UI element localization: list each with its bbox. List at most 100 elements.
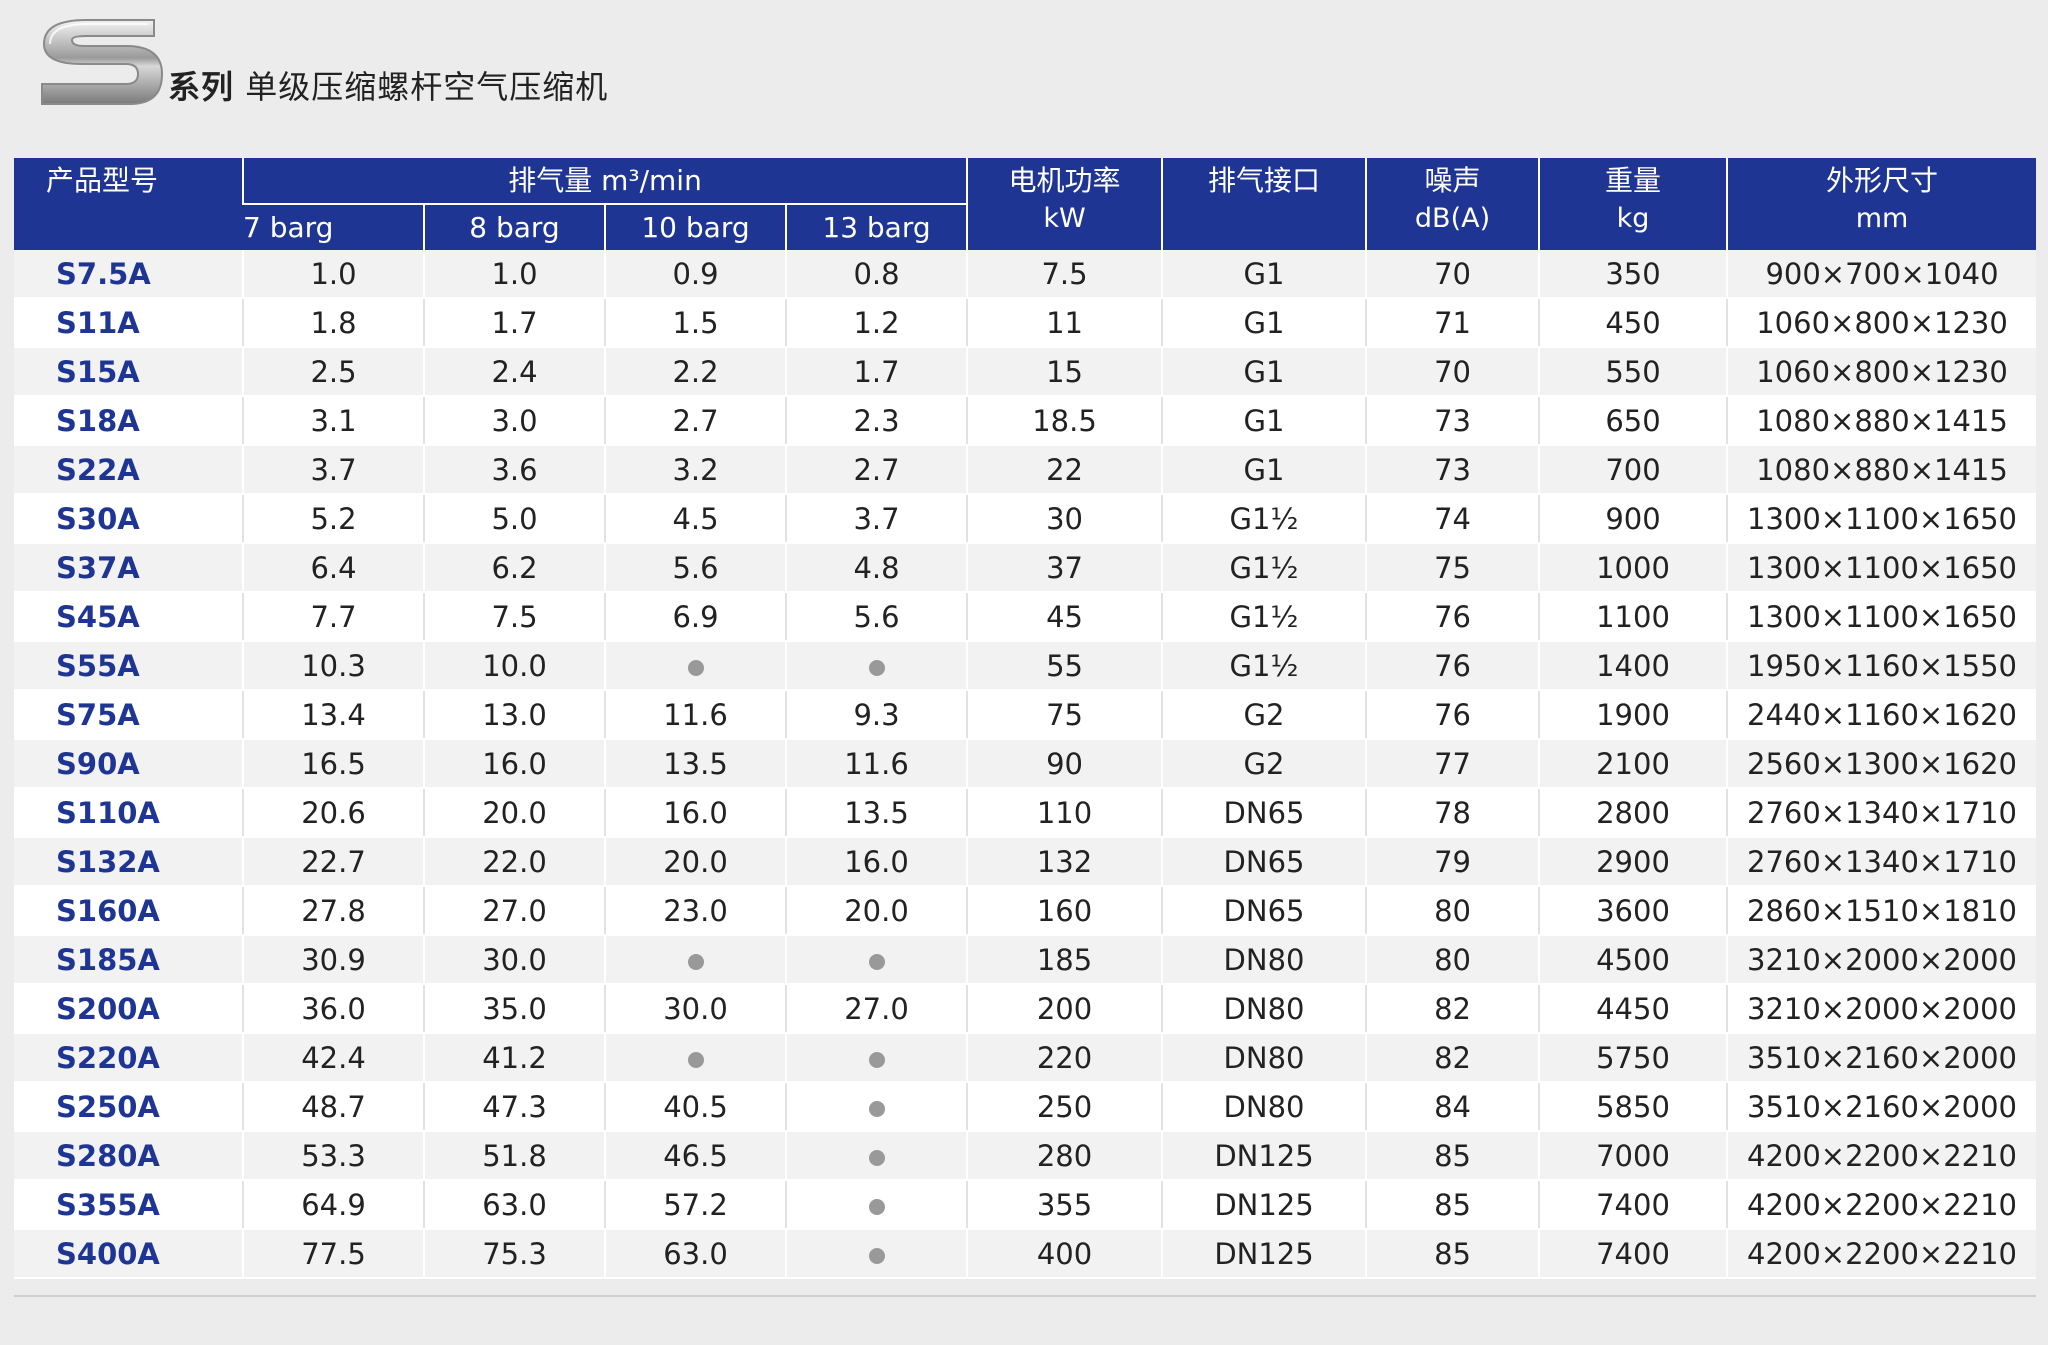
air-13barg-cell: 2.3 bbox=[784, 396, 968, 446]
unavailable-dot-icon bbox=[687, 953, 704, 970]
power-cell: 160 bbox=[966, 886, 1163, 936]
table-row: S45A 7.7 7.5 6.9 5.6 45 G1½ 76 1100 1300×1100×165… bbox=[14, 592, 2037, 642]
weight-cell: 2100 bbox=[1538, 739, 1728, 789]
air-8barg-cell: 75.3 bbox=[423, 1229, 605, 1279]
air-7barg-cell: 1.0 bbox=[242, 250, 424, 299]
noise-cell: 71 bbox=[1365, 298, 1540, 348]
noise-cell: 76 bbox=[1365, 641, 1540, 691]
header-13-barg: 13 barg bbox=[784, 203, 968, 250]
air-13barg-cell bbox=[784, 1082, 968, 1132]
table-row: S7.5A 1.0 1.0 0.9 0.8 7.5 G1 70 350 900×700×1040 bbox=[14, 250, 2037, 299]
dimensions-cell: 1300×1100×1650 bbox=[1726, 543, 2037, 593]
page-title: 系列 单级压缩螺杆空气压缩机 bbox=[168, 62, 608, 108]
air-13barg-cell: 0.8 bbox=[784, 250, 968, 299]
model-cell: S7.5A bbox=[14, 250, 243, 299]
air-13barg-cell: 9.3 bbox=[784, 690, 968, 740]
power-cell: 200 bbox=[966, 984, 1163, 1034]
air-10barg-cell: 1.5 bbox=[604, 298, 786, 348]
air-13barg-cell bbox=[784, 1033, 968, 1083]
model-cell: S110A bbox=[14, 788, 243, 838]
air-10barg-cell: 30.0 bbox=[604, 984, 786, 1034]
unavailable-dot-icon bbox=[868, 1051, 885, 1068]
power-cell: 22 bbox=[966, 445, 1163, 495]
table-row: S160A 27.8 27.0 23.0 20.0 160 DN65 80 3600 2860×1… bbox=[14, 886, 2037, 936]
air-7barg-cell: 6.4 bbox=[242, 543, 424, 593]
air-7barg-cell: 3.1 bbox=[242, 396, 424, 446]
table-row: S30A 5.2 5.0 4.5 3.7 30 G1½ 74 900 1300×1100×1650 bbox=[14, 494, 2037, 544]
title-series-label: 系列 bbox=[168, 68, 235, 106]
air-7barg-cell: 22.7 bbox=[242, 837, 424, 887]
model-cell: S37A bbox=[14, 543, 243, 593]
air-7barg-cell: 48.7 bbox=[242, 1082, 424, 1132]
table-row: S110A 20.6 20.0 16.0 13.5 110 DN65 78 2800 2760×1… bbox=[14, 788, 2037, 838]
air-8barg-cell: 1.0 bbox=[423, 250, 605, 299]
noise-cell: 74 bbox=[1365, 494, 1540, 544]
air-10barg-cell bbox=[604, 935, 786, 985]
outlet-cell: DN65 bbox=[1161, 837, 1367, 887]
outlet-cell: G1 bbox=[1161, 298, 1367, 348]
power-cell: 132 bbox=[966, 837, 1163, 887]
air-7barg-cell: 30.9 bbox=[242, 935, 424, 985]
air-13barg-cell: 16.0 bbox=[784, 837, 968, 887]
model-cell: S55A bbox=[14, 641, 243, 691]
table-row: S37A 6.4 6.2 5.6 4.8 37 G1½ 75 1000 1300×1100×165… bbox=[14, 543, 2037, 593]
power-cell: 15 bbox=[966, 347, 1163, 397]
air-7barg-cell: 5.2 bbox=[242, 494, 424, 544]
noise-cell: 70 bbox=[1365, 250, 1540, 299]
model-cell: S15A bbox=[14, 347, 243, 397]
air-10barg-cell: 5.6 bbox=[604, 543, 786, 593]
air-7barg-cell: 20.6 bbox=[242, 788, 424, 838]
noise-cell: 77 bbox=[1365, 739, 1540, 789]
header-noise: 噪声 dB(A) bbox=[1365, 158, 1540, 250]
outlet-cell: DN80 bbox=[1161, 1082, 1367, 1132]
power-cell: 45 bbox=[966, 592, 1163, 642]
air-10barg-cell: 2.7 bbox=[604, 396, 786, 446]
weight-cell: 350 bbox=[1538, 250, 1728, 299]
power-cell: 355 bbox=[966, 1180, 1163, 1230]
table-row: S15A 2.5 2.4 2.2 1.7 15 G1 70 550 1060×800×1230 bbox=[14, 347, 2037, 397]
dimensions-cell: 3210×2000×2000 bbox=[1726, 935, 2037, 985]
air-10barg-cell: 4.5 bbox=[604, 494, 786, 544]
weight-cell: 4450 bbox=[1538, 984, 1728, 1034]
air-10barg-cell: 46.5 bbox=[604, 1131, 786, 1181]
weight-cell: 3600 bbox=[1538, 886, 1728, 936]
bottom-divider bbox=[14, 1295, 2036, 1297]
unavailable-dot-icon bbox=[868, 659, 885, 676]
noise-cell: 82 bbox=[1365, 984, 1540, 1034]
air-7barg-cell: 64.9 bbox=[242, 1180, 424, 1230]
table-row: S132A 22.7 22.0 20.0 16.0 132 DN65 79 2900 2760×1… bbox=[14, 837, 2037, 887]
header-7-barg: 7 barg bbox=[243, 203, 424, 250]
air-10barg-cell: 3.2 bbox=[604, 445, 786, 495]
noise-cell: 85 bbox=[1365, 1229, 1540, 1279]
air-8barg-cell: 22.0 bbox=[423, 837, 605, 887]
air-10barg-cell: 16.0 bbox=[604, 788, 786, 838]
header-motor-power: 电机功率 kW bbox=[966, 158, 1163, 250]
power-cell: 30 bbox=[966, 494, 1163, 544]
weight-cell: 7000 bbox=[1538, 1131, 1728, 1181]
noise-cell: 78 bbox=[1365, 788, 1540, 838]
outlet-cell: DN65 bbox=[1161, 886, 1367, 936]
model-cell: S45A bbox=[14, 592, 243, 642]
outlet-cell: G1 bbox=[1161, 396, 1367, 446]
dimensions-cell: 1060×800×1230 bbox=[1726, 347, 2037, 397]
outlet-cell: DN80 bbox=[1161, 1033, 1367, 1083]
air-13barg-cell: 27.0 bbox=[784, 984, 968, 1034]
model-cell: S185A bbox=[14, 935, 243, 985]
air-10barg-cell: 11.6 bbox=[604, 690, 786, 740]
dimensions-cell: 4200×2200×2210 bbox=[1726, 1131, 2037, 1181]
air-10barg-cell: 0.9 bbox=[604, 250, 786, 299]
air-8barg-cell: 10.0 bbox=[423, 641, 605, 691]
noise-cell: 85 bbox=[1365, 1180, 1540, 1230]
dimensions-cell: 1300×1100×1650 bbox=[1726, 494, 2037, 544]
power-cell: 75 bbox=[966, 690, 1163, 740]
air-13barg-cell: 5.6 bbox=[784, 592, 968, 642]
noise-cell: 70 bbox=[1365, 347, 1540, 397]
weight-cell: 1100 bbox=[1538, 592, 1728, 642]
air-13barg-cell bbox=[784, 935, 968, 985]
outlet-cell: DN80 bbox=[1161, 935, 1367, 985]
weight-cell: 7400 bbox=[1538, 1229, 1728, 1279]
air-13barg-cell: 4.8 bbox=[784, 543, 968, 593]
noise-cell: 80 bbox=[1365, 935, 1540, 985]
air-8barg-cell: 16.0 bbox=[423, 739, 605, 789]
model-cell: S280A bbox=[14, 1131, 243, 1181]
